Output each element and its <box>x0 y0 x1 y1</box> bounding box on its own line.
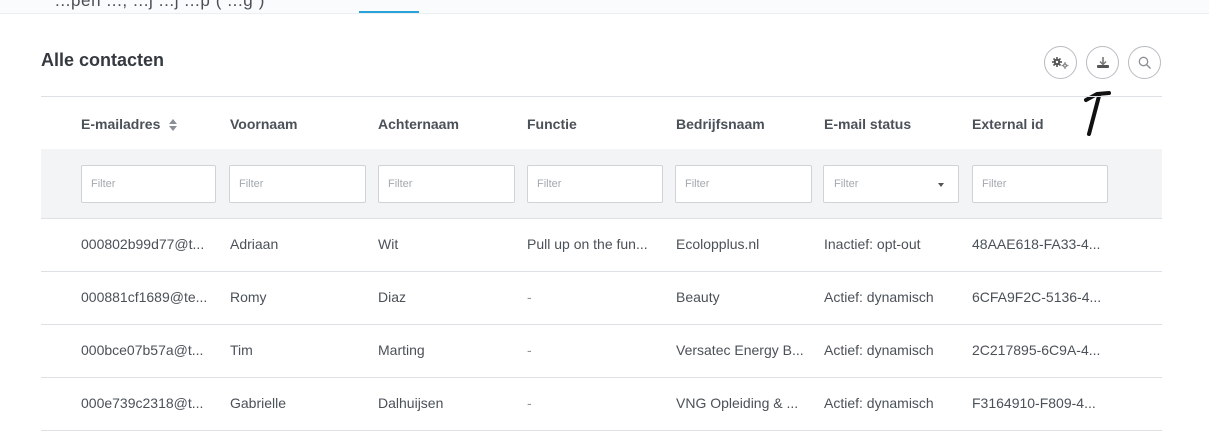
filter-input-functie[interactable] <box>527 165 663 203</box>
top-navigation-text: ...pen ..., ...j ...j ...p ( ...g ) <box>55 0 265 10</box>
cell-email: 000e739c2318@t... <box>81 395 204 411</box>
page-title: Alle contacten <box>41 50 165 70</box>
column-header-achternaam[interactable]: Achternaam <box>378 116 459 132</box>
search-icon <box>1138 56 1151 69</box>
cell-email-status: Inactief: opt-out <box>824 236 921 252</box>
cell-achternaam: Wit <box>378 236 399 252</box>
filter-input-bedrijfsnaam[interactable] <box>675 165 812 203</box>
cell-functie: Pull up on the fun... <box>527 236 648 252</box>
cell-voornaam: Romy <box>230 289 267 305</box>
settings-button[interactable] <box>1044 46 1077 79</box>
table-row[interactable]: 000881cf1689@te... Romy Diaz - Beauty Actief:… <box>41 271 1162 324</box>
cell-achternaam: Diaz <box>378 289 407 305</box>
cell-functie: - <box>527 342 532 358</box>
column-header-email[interactable]: E-mailadres <box>81 116 178 132</box>
cell-external-id: 2C217895-6C9A-4... <box>972 342 1101 358</box>
filter-select-email-status[interactable]: Filter <box>823 165 959 203</box>
active-tab-indicator <box>359 11 419 13</box>
cell-email-status: Actief: dynamisch <box>824 395 934 411</box>
select-value: Filter <box>834 178 859 190</box>
gears-icon <box>1051 56 1068 69</box>
cell-voornaam: Adriaan <box>230 236 279 252</box>
download-icon <box>1096 56 1109 68</box>
cell-external-id: 6CFA9F2C-5136-4... <box>972 289 1102 305</box>
table-header: E-mailadres Voornaam Achternaam Functie … <box>41 96 1162 149</box>
table-row[interactable]: 000e739c2318@t... Gabrielle Dalhuijsen - VNG… <box>41 377 1162 430</box>
cell-bedrijfsnaam: Versatec Energy B... <box>676 342 804 358</box>
cell-bedrijfsnaam: VNG Opleiding & ... <box>676 395 799 411</box>
cell-external-id: F3164910-F809-4... <box>972 395 1096 411</box>
cell-functie: - <box>527 395 532 411</box>
divider <box>41 430 1162 431</box>
cell-email: 000881cf1689@te... <box>81 289 208 305</box>
cell-voornaam: Tim <box>230 342 253 358</box>
filter-row: Filter <box>41 149 1162 218</box>
sort-icon[interactable] <box>169 119 178 132</box>
filter-input-email[interactable] <box>81 165 216 203</box>
column-header-bedrijfsnaam[interactable]: Bedrijfsnaam <box>676 116 765 132</box>
filter-input-external-id[interactable] <box>972 165 1108 203</box>
table-row[interactable]: 000bce07b57a@t... Tim Marting - Versatec Ene… <box>41 324 1162 377</box>
chevron-down-icon <box>938 183 944 187</box>
filter-input-achternaam[interactable] <box>378 165 515 203</box>
cell-bedrijfsnaam: Ecolopplus.nl <box>676 236 760 252</box>
cell-achternaam: Dalhuijsen <box>378 395 444 411</box>
cell-email-status: Actief: dynamisch <box>824 289 934 305</box>
cell-email: 000bce07b57a@t... <box>81 342 204 358</box>
cell-bedrijfsnaam: Beauty <box>676 289 720 305</box>
column-header-label: E-mailadres <box>81 116 161 132</box>
cell-external-id: 48AAE618-FA33-4... <box>972 236 1101 252</box>
download-button[interactable] <box>1086 46 1119 79</box>
filter-input-voornaam[interactable] <box>229 165 366 203</box>
column-header-voornaam[interactable]: Voornaam <box>230 116 297 132</box>
column-header-external-id[interactable]: External id <box>972 116 1044 132</box>
column-header-functie[interactable]: Functie <box>527 116 577 132</box>
cell-email: 000802b99d77@t... <box>81 236 205 252</box>
cell-functie: - <box>527 289 532 305</box>
search-button[interactable] <box>1128 46 1161 79</box>
column-header-email-status[interactable]: E-mail status <box>824 116 911 132</box>
cell-email-status: Actief: dynamisch <box>824 342 934 358</box>
top-navigation-strip: ...pen ..., ...j ...j ...p ( ...g ) <box>0 0 1209 14</box>
cell-achternaam: Marting <box>378 342 425 358</box>
table-row[interactable]: 000802b99d77@t... Adriaan Wit Pull up on th… <box>41 218 1162 271</box>
cell-voornaam: Gabrielle <box>230 395 287 411</box>
